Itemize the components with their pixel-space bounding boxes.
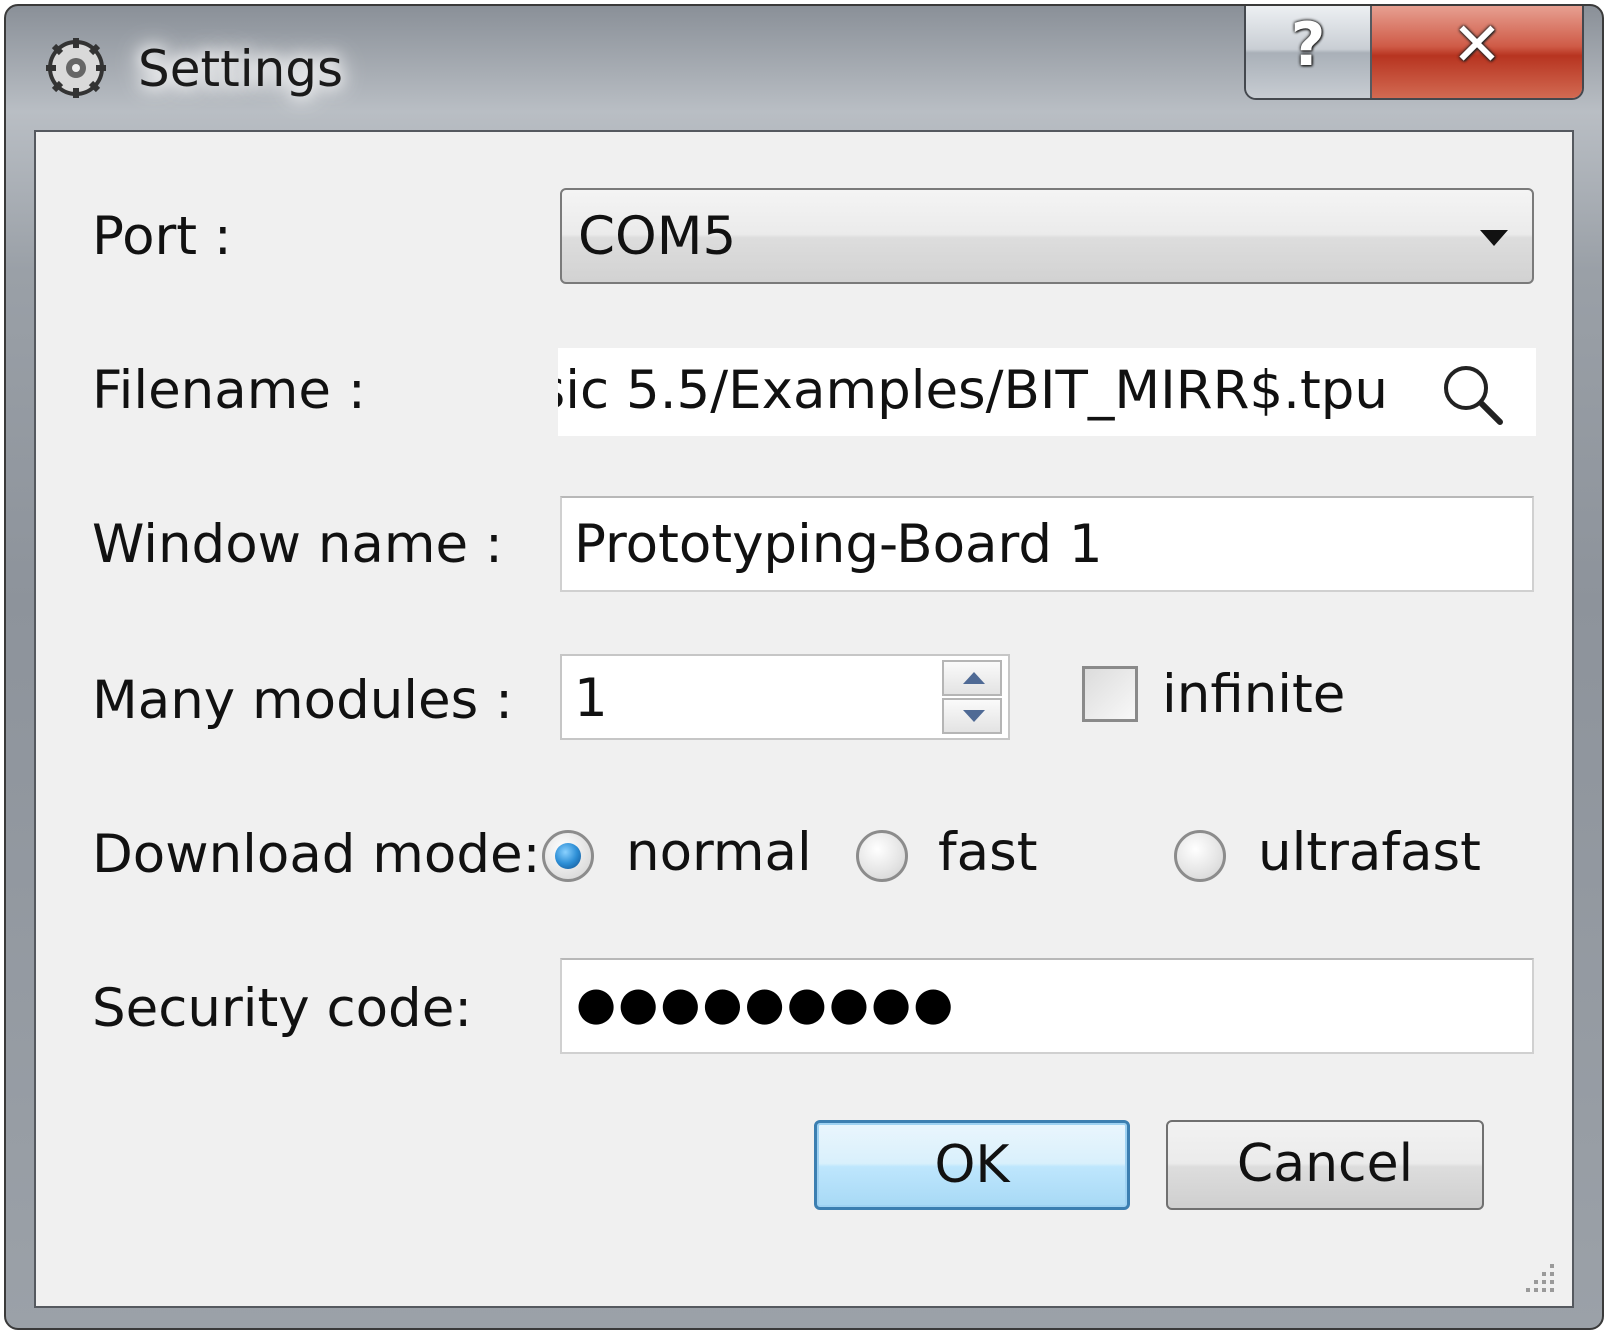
modules-spinbox[interactable]: 1 [560, 654, 1010, 740]
filename-field[interactable]: sic 5.5/Examples/BIT_MIRR$.tpu [558, 348, 1536, 436]
filename-value: sic 5.5/Examples/BIT_MIRR$.tpu [558, 360, 1388, 421]
radio-normal-label[interactable]: normal [626, 822, 812, 883]
port-select-value: COM5 [578, 206, 737, 267]
filename-label: Filename : [92, 360, 366, 421]
dialog-body: Port : COM5 Filename : sic 5.5/Examples/… [34, 130, 1574, 1308]
spin-down-button[interactable] [942, 698, 1002, 734]
window-name-value: Prototyping-Board 1 [574, 514, 1103, 575]
settings-dialog: Settings ? ✕ Port : COM5 Filename : sic … [4, 4, 1604, 1330]
title-bar[interactable]: Settings ? ✕ [6, 6, 1602, 130]
port-select[interactable]: COM5 [560, 188, 1534, 284]
app-icon [46, 38, 106, 98]
security-code-input[interactable]: ●●●●●●●●● [560, 958, 1534, 1054]
infinite-checkbox[interactable] [1082, 666, 1138, 722]
search-icon[interactable] [1436, 358, 1508, 430]
window-name-input[interactable]: Prototyping-Board 1 [560, 496, 1534, 592]
modules-value: 1 [574, 668, 608, 729]
chevron-down-icon [1480, 230, 1508, 246]
close-icon: ✕ [1451, 10, 1503, 80]
spin-buttons [942, 660, 1002, 734]
radio-ultrafast-label[interactable]: ultrafast [1258, 822, 1481, 883]
radio-ultrafast[interactable] [1174, 830, 1226, 882]
radio-normal[interactable] [542, 830, 594, 882]
resize-grip-icon[interactable] [1524, 1262, 1558, 1296]
radio-fast-label[interactable]: fast [938, 822, 1038, 883]
modules-label: Many modules : [92, 670, 513, 731]
window-name-label: Window name : [92, 514, 503, 575]
infinite-label[interactable]: infinite [1162, 664, 1345, 725]
help-icon: ? [1290, 10, 1326, 80]
cancel-button[interactable]: Cancel [1166, 1120, 1484, 1210]
ok-button[interactable]: OK [814, 1120, 1130, 1210]
port-label: Port : [92, 206, 232, 267]
security-code-value: ●●●●●●●●● [576, 976, 956, 1030]
download-mode-label: Download mode: [92, 824, 541, 885]
security-code-label: Security code: [92, 978, 473, 1039]
help-button[interactable]: ? [1246, 6, 1372, 98]
window-title: Settings [138, 40, 344, 98]
caption-buttons: ? ✕ [1244, 6, 1584, 100]
radio-fast[interactable] [856, 830, 908, 882]
close-button[interactable]: ✕ [1372, 6, 1582, 98]
spin-up-button[interactable] [942, 660, 1002, 696]
